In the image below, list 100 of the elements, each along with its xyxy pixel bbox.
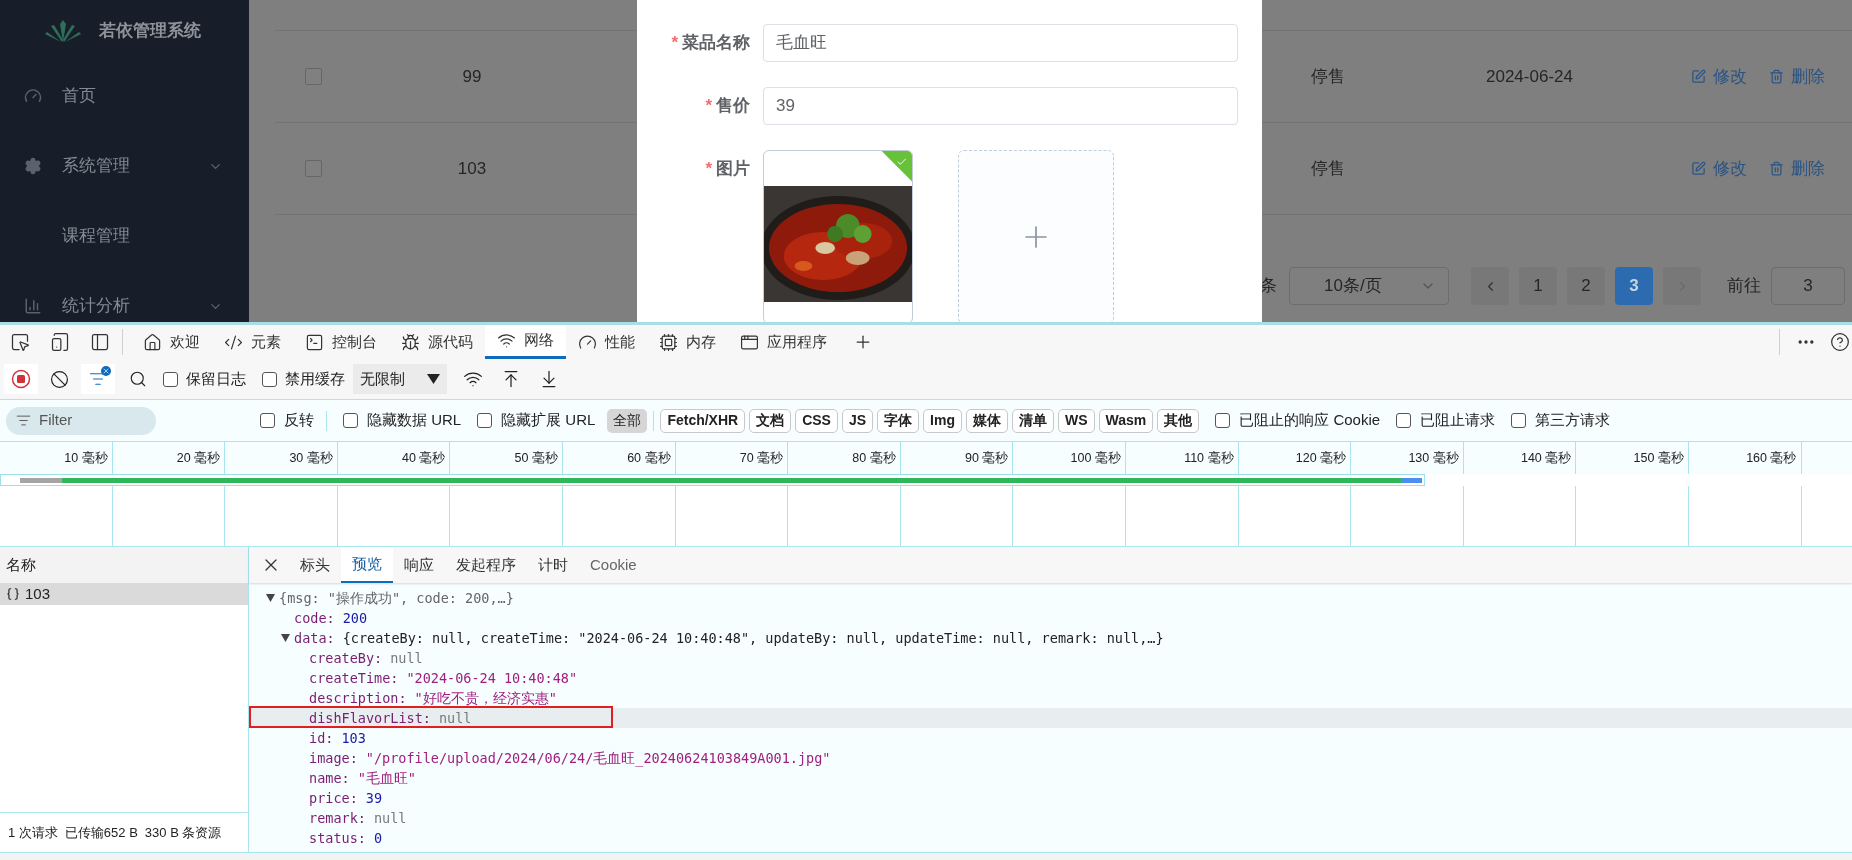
- json-value: "/profile/upload/2024/06/24/毛血旺_20240624103849A001.jpg": [365, 748, 831, 769]
- json-icon: [6, 587, 20, 601]
- help-icon[interactable]: [1830, 332, 1850, 352]
- dock-icon[interactable]: [90, 332, 110, 352]
- timeline-tick: 20 毫秒: [176, 449, 221, 467]
- type-filter-button[interactable]: 全部: [607, 408, 648, 433]
- device-toolbar-icon[interactable]: [50, 332, 70, 352]
- type-filter-button[interactable]: 文档: [749, 408, 792, 433]
- tree-row[interactable]: dishFlavorList: null: [249, 708, 1852, 728]
- table-cell: 停售: [1311, 66, 1345, 86]
- field-label: 图片: [716, 158, 750, 180]
- json-key: data:: [294, 627, 335, 649]
- throttle-select[interactable]: 无限制: [353, 364, 447, 394]
- filter-field[interactable]: Filter: [6, 406, 156, 435]
- timeline-tick: 70 毫秒: [739, 449, 784, 467]
- devtools-tab[interactable]: 性能: [566, 325, 647, 359]
- json-value: "好吃不贵，经济实惠": [414, 688, 557, 708]
- submenu-item[interactable]: 课程管理: [0, 201, 249, 271]
- menu-item[interactable]: 统计分析: [0, 271, 249, 322]
- page-size-select[interactable]: 10条/页: [1289, 267, 1449, 305]
- row-checkbox[interactable]: [305, 160, 322, 177]
- devtools-tab[interactable]: 源代码: [389, 325, 485, 359]
- checkbox[interactable]: [1215, 413, 1231, 428]
- request-row[interactable]: 103: [0, 583, 248, 605]
- json-key: status:: [309, 827, 366, 849]
- devtools-tab[interactable]: 应用程序: [728, 325, 839, 359]
- table-cell-text: 103: [456, 157, 488, 180]
- json-key: name:: [309, 767, 350, 789]
- type-filter-button[interactable]: 媒体: [966, 408, 1008, 433]
- field-label: 售价: [716, 95, 750, 118]
- trash-icon: [1769, 69, 1784, 84]
- dashboard-icon: [24, 87, 42, 105]
- checkbox[interactable]: [163, 371, 178, 387]
- inspect-icon[interactable]: [10, 332, 30, 352]
- chip-icon: [659, 332, 678, 352]
- filter-toggle-icon[interactable]: [81, 364, 115, 394]
- detail-tab[interactable]: 响应: [393, 547, 445, 583]
- checkbox[interactable]: [343, 413, 358, 428]
- search-icon[interactable]: [129, 370, 147, 388]
- type-filter-button[interactable]: Fetch/XHR: [660, 408, 746, 433]
- detail-tab[interactable]: 预览: [341, 547, 393, 583]
- detail-tab[interactable]: Cookie: [579, 547, 648, 583]
- json-preview: {createBy: null, createTime: "2024-06-24 10:40:48", updateBy: null, updateTime: null, remark: null,…}: [342, 628, 1164, 648]
- column-header: 名称: [6, 554, 36, 575]
- text-field[interactable]: 39: [763, 87, 1238, 125]
- checkbox[interactable]: [477, 413, 493, 428]
- json-key: price:: [309, 787, 358, 809]
- type-filter-button[interactable]: WS: [1058, 408, 1095, 433]
- required-mark: *: [705, 158, 712, 180]
- timeline-tick: 150 毫秒: [1633, 449, 1684, 467]
- total-label: 条: [1260, 275, 1277, 298]
- wifi-icon: [497, 331, 516, 350]
- detail-tab[interactable]: 计时: [527, 547, 579, 583]
- text-field[interactable]: 毛血旺: [763, 24, 1238, 62]
- type-filter-button[interactable]: 字体: [877, 408, 920, 433]
- row-checkbox[interactable]: [305, 68, 322, 85]
- devtools-tab[interactable]: 网络: [485, 325, 566, 359]
- page-button[interactable]: 2: [1567, 267, 1605, 305]
- detail-tab[interactable]: 发起程序: [445, 547, 527, 583]
- json-key: createBy:: [309, 647, 383, 669]
- type-filter-button[interactable]: JS: [841, 408, 874, 433]
- devtools-tab[interactable]: 内存: [647, 325, 728, 359]
- type-filter-button[interactable]: 其他: [1157, 408, 1200, 433]
- edit-icon: [1691, 161, 1706, 176]
- checkbox-label: 隐藏数据 URL: [367, 410, 462, 431]
- filter-icon: [16, 413, 31, 428]
- app-title: 若依管理系统: [99, 19, 201, 42]
- json-value: 0: [373, 828, 383, 848]
- json-key: dishFlavorList:: [309, 707, 431, 729]
- devtools-tab[interactable]: 元素: [212, 325, 293, 359]
- table-cell-text: 99: [461, 65, 483, 88]
- json-value: null: [390, 648, 423, 668]
- checkbox[interactable]: [1511, 413, 1527, 428]
- detail-tab[interactable]: 标头: [289, 547, 341, 583]
- checkbox[interactable]: [262, 371, 277, 387]
- timeline-tick: 50 毫秒: [514, 449, 558, 467]
- type-filter-button[interactable]: Img: [923, 408, 962, 433]
- timeline-tick: 110 毫秒: [1184, 449, 1234, 467]
- json-value: "2024-06-24 10:40:48": [406, 668, 578, 688]
- timeline-tick: 160 毫秒: [1746, 449, 1797, 467]
- settings-icon: [24, 157, 42, 175]
- checkbox[interactable]: [1396, 413, 1412, 428]
- json-value: 39: [365, 788, 383, 808]
- record-button[interactable]: [4, 364, 38, 394]
- type-filter-button[interactable]: CSS: [795, 408, 838, 433]
- checkbox-label: 保留日志: [186, 368, 246, 389]
- clear-icon[interactable]: [50, 369, 69, 389]
- menu-item[interactable]: 首页: [0, 61, 249, 131]
- timeline-tick: 10 毫秒: [64, 449, 108, 467]
- checkbox[interactable]: [260, 413, 275, 428]
- menu-item[interactable]: 系统管理: [0, 131, 249, 201]
- page-button[interactable]: 3: [1615, 267, 1653, 305]
- type-filter-button[interactable]: 清单: [1012, 408, 1054, 433]
- type-filter-button[interactable]: Wasm: [1098, 408, 1154, 433]
- timeline-tick: 140 毫秒: [1520, 449, 1572, 467]
- devtools-tab[interactable]: 欢迎: [131, 325, 212, 359]
- terminal-icon: [305, 332, 324, 352]
- json-value: 200: [342, 608, 368, 628]
- goto-page-field[interactable]: 3: [1771, 267, 1845, 305]
- devtools-tab[interactable]: 控制台: [293, 325, 389, 359]
